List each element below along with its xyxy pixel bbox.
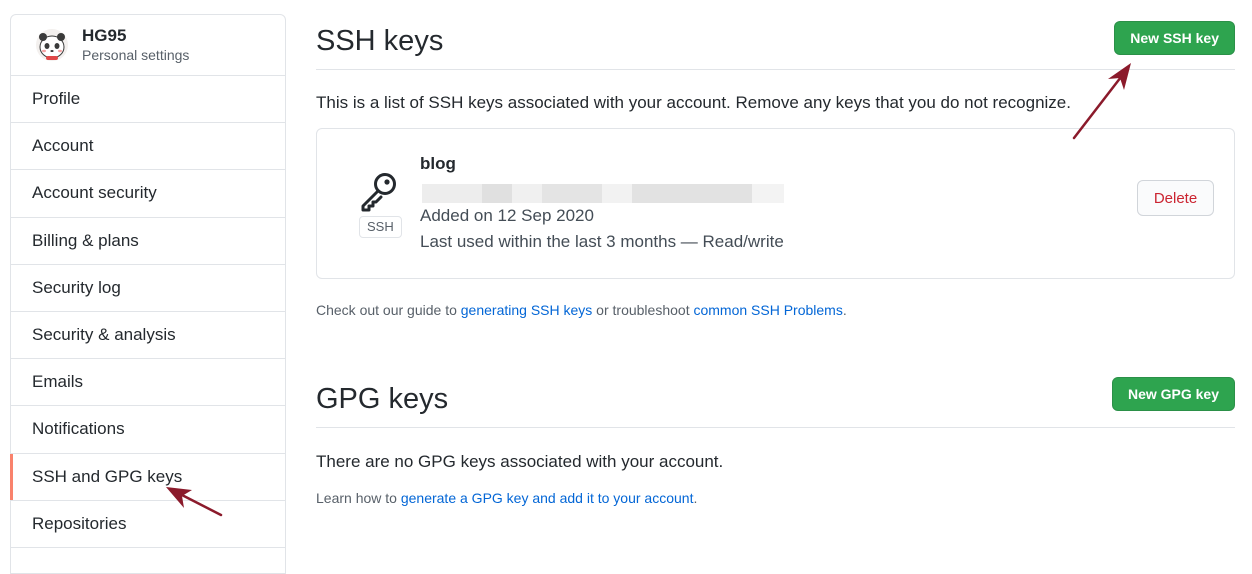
guide-prefix: Check out our guide to <box>316 302 461 318</box>
username[interactable]: HG95 <box>82 26 189 46</box>
ssh-badge: SSH <box>359 216 402 238</box>
sidebar-item-account-security[interactable]: Account security <box>11 170 285 218</box>
sidebar-item-security-analysis[interactable]: Security & analysis <box>11 312 285 360</box>
sidebar-item-account[interactable]: Account <box>11 123 285 171</box>
ssh-section-header: SSH keys New SSH key <box>316 14 1235 70</box>
new-ssh-key-button[interactable]: New SSH key <box>1114 20 1235 55</box>
ssh-key-title: blog <box>420 154 456 173</box>
key-fingerprint-redacted <box>422 184 784 203</box>
gpg-keys-title: GPG keys <box>316 383 449 415</box>
sidebar-item-security-log[interactable]: Security log <box>11 265 285 312</box>
sidebar-item-emails[interactable]: Emails <box>11 359 285 407</box>
avatar[interactable] <box>35 28 69 62</box>
learn-prefix: Learn how to <box>316 490 401 506</box>
guide-suffix: . <box>842 302 847 318</box>
ssh-keys-title: SSH keys <box>316 25 444 57</box>
ssh-key-item: SSH blog Added on 12 Sep 2020 Last used … <box>316 128 1235 279</box>
learn-suffix: . <box>693 490 698 506</box>
ssh-key-added-date: Added on 12 Sep 2020 <box>420 206 594 225</box>
sidebar-item-ssh-gpg-keys[interactable]: SSH and GPG keys <box>10 453 285 501</box>
ssh-key-last-used: Last used within the last 3 months — Rea… <box>420 232 784 251</box>
sidebar-item-notifications[interactable]: Notifications <box>11 406 285 454</box>
generating-ssh-keys-link[interactable]: generating SSH keys <box>461 302 593 318</box>
sidebar-item-billing[interactable]: Billing & plans <box>11 218 285 265</box>
no-gpg-keys-text: There are no GPG keys associated with yo… <box>316 452 724 471</box>
ssh-guide-text: Check out our guide to generating SSH ke… <box>316 302 847 318</box>
common-ssh-problems-link[interactable]: common SSH Problems <box>693 302 842 318</box>
personal-settings-label: Personal settings <box>82 47 190 63</box>
generate-gpg-key-link[interactable]: generate a GPG key and add it to your ac… <box>401 490 694 506</box>
sidebar-header[interactable]: HG95 Personal settings <box>11 15 285 76</box>
delete-ssh-key-button[interactable]: Delete <box>1137 180 1214 216</box>
ssh-intro-text: This is a list of SSH keys associated wi… <box>316 93 1071 112</box>
main-content: SSH keys New SSH key This is a list of S… <box>316 0 1236 551</box>
key-icon <box>361 173 396 212</box>
gpg-section-header: GPG keys New GPG key <box>316 372 1235 428</box>
sidebar-item-repositories[interactable]: Repositories <box>11 501 285 548</box>
gpg-learn-text: Learn how to generate a GPG key and add … <box>316 490 697 506</box>
guide-middle: or troubleshoot <box>592 302 694 318</box>
sidebar-item-profile[interactable]: Profile <box>11 76 285 124</box>
settings-sidebar: HG95 Personal settings Profile Account A… <box>10 14 286 574</box>
new-gpg-key-button[interactable]: New GPG key <box>1111 376 1235 411</box>
